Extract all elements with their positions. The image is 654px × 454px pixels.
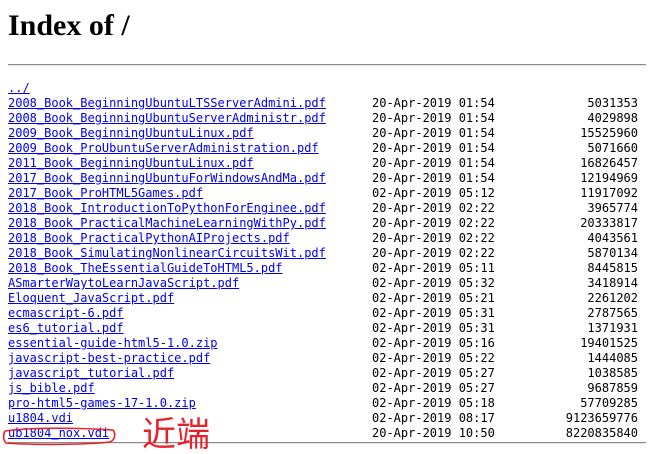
- file-size: 8220835840: [565, 426, 638, 440]
- file-size: 16826457: [580, 156, 638, 170]
- file-size: 5870134: [587, 246, 638, 260]
- table-row: 2009_Book_ProUbuntuServerAdministration.…: [8, 141, 638, 156]
- handwritten-annotation: 近端: [142, 415, 210, 454]
- file-size: 8445815: [587, 261, 638, 275]
- file-link[interactable]: js_bible.pdf: [8, 381, 95, 396]
- file-date: 20-Apr-2019 01:54: [372, 126, 495, 140]
- table-row: 2009_Book_BeginningUbuntuLinux.pdf 20-Apr…: [8, 126, 638, 141]
- file-date: 20-Apr-2019 10:50: [372, 426, 495, 440]
- table-row: 2018_Book_PracticalPythonAIProjects.pdf 2…: [8, 231, 638, 246]
- file-size: 1444085: [587, 351, 638, 365]
- file-size: 2787565: [587, 306, 638, 320]
- parent-directory-link[interactable]: ../: [8, 81, 30, 96]
- file-date: 02-Apr-2019 05:27: [372, 381, 495, 395]
- file-link[interactable]: pro-html5-games-17-1.0.zip: [8, 396, 196, 411]
- file-date: 20-Apr-2019 01:54: [372, 141, 495, 155]
- file-link[interactable]: 2009_Book_ProUbuntuServerAdministration.…: [8, 141, 319, 156]
- table-row: 2017_Book_ProHTML5Games.pdf 02-Apr-2019 0…: [8, 186, 638, 201]
- file-size: 15525960: [580, 126, 638, 140]
- file-date: 02-Apr-2019 05:22: [372, 351, 495, 365]
- file-listing: ../ 2008_Book_BeginningUbuntuLTSServerAd…: [8, 81, 638, 441]
- file-link[interactable]: 2017_Book_ProHTML5Games.pdf: [8, 186, 203, 201]
- file-date: 02-Apr-2019 05:12: [372, 186, 495, 200]
- table-row: 2018_Book_SimulatingNonlinearCircuitsWit…: [8, 246, 638, 261]
- file-link[interactable]: javascript-best-practice.pdf: [8, 351, 210, 366]
- file-date: 20-Apr-2019 02:22: [372, 246, 495, 260]
- file-link[interactable]: 2008_Book_BeginningUbuntuLTSServerAdmini…: [8, 96, 326, 111]
- file-date: 20-Apr-2019 02:22: [372, 231, 495, 245]
- table-row: 2008_Book_BeginningUbuntuServerAdministr…: [8, 111, 638, 126]
- table-row: 2008_Book_BeginningUbuntuLTSServerAdmini…: [8, 96, 638, 111]
- file-size: 9687859: [587, 381, 638, 395]
- file-date: 02-Apr-2019 05:11: [372, 261, 495, 275]
- file-link[interactable]: 2009_Book_BeginningUbuntuLinux.pdf: [8, 126, 254, 141]
- file-size: 3965774: [587, 201, 638, 215]
- file-link[interactable]: ecmascript-6.pdf: [8, 306, 124, 321]
- file-date: 20-Apr-2019 01:54: [372, 111, 495, 125]
- file-size: 19401525: [580, 336, 638, 350]
- file-date: 20-Apr-2019 02:22: [372, 216, 495, 230]
- table-row: 2018_Book_TheEssentialGuideToHTML5.pdf 02…: [8, 261, 638, 276]
- file-link[interactable]: Eloquent_JavaScript.pdf: [8, 291, 174, 306]
- table-row: ecmascript-6.pdf 02-Apr-2019 05:31 2787565: [8, 306, 638, 321]
- table-row: 2018_Book_IntroductionToPythonForEnginee…: [8, 201, 638, 216]
- file-link[interactable]: javascript_tutorial.pdf: [8, 366, 174, 381]
- file-link[interactable]: u1804.vdi: [8, 411, 73, 426]
- page-title: Index of /: [8, 9, 130, 42]
- file-link[interactable]: 2008_Book_BeginningUbuntuServerAdministr…: [8, 111, 326, 126]
- table-row: es6_tutorial.pdf 02-Apr-2019 05:31 1371931: [8, 321, 638, 336]
- file-size: 1371931: [587, 321, 638, 335]
- file-link[interactable]: 2018_Book_PracticalPythonAIProjects.pdf: [8, 231, 290, 246]
- file-date: 02-Apr-2019 08:17: [372, 411, 495, 425]
- file-link[interactable]: essential-guide-html5-1.0.zip: [8, 336, 218, 351]
- table-row: js_bible.pdf 02-Apr-2019 05:27 9687859: [8, 381, 638, 396]
- table-row: ASmarterWaytoLearnJavaScript.pdf 02-Apr-2…: [8, 276, 638, 291]
- file-date: 02-Apr-2019 05:27: [372, 366, 495, 380]
- file-date: 02-Apr-2019 05:31: [372, 321, 495, 335]
- file-date: 02-Apr-2019 05:16: [372, 336, 495, 350]
- file-date: 20-Apr-2019 01:54: [372, 156, 495, 170]
- parent-row: ../: [8, 81, 638, 96]
- file-size: 5071660: [587, 141, 638, 155]
- table-row: javascript_tutorial.pdf 02-Apr-2019 05:27…: [8, 366, 638, 381]
- file-size: 20333817: [580, 216, 638, 230]
- file-size: 9123659776: [565, 411, 638, 425]
- file-link[interactable]: 2017_Book_BeginningUbuntuForWindowsAndMa…: [8, 171, 326, 186]
- table-row: essential-guide-html5-1.0.zip 02-Apr-2019…: [8, 336, 638, 351]
- file-date: 02-Apr-2019 05:32: [372, 276, 495, 290]
- file-link[interactable]: 2018_Book_TheEssentialGuideToHTML5.pdf: [8, 261, 283, 276]
- file-size: 12194969: [580, 171, 638, 185]
- file-date: 02-Apr-2019 05:21: [372, 291, 495, 305]
- file-date: 20-Apr-2019 01:54: [372, 171, 495, 185]
- table-row: 2018_Book_PracticalMachineLearningWithPy…: [8, 216, 638, 231]
- file-date: 02-Apr-2019 05:31: [372, 306, 495, 320]
- file-date: 20-Apr-2019 01:54: [372, 96, 495, 110]
- top-divider: [8, 64, 646, 66]
- file-size: 57709285: [580, 396, 638, 410]
- file-size: 4029898: [587, 111, 638, 125]
- table-row: 2011_Book_BeginningUbuntuLinux.pdf 20-Apr…: [8, 156, 638, 171]
- red-highlight-circle: [2, 427, 116, 446]
- annotation-text: 近端: [142, 415, 210, 454]
- file-size: 1038585: [587, 366, 638, 380]
- file-link[interactable]: 2011_Book_BeginningUbuntuLinux.pdf: [8, 156, 254, 171]
- table-row: javascript-best-practice.pdf 02-Apr-2019 …: [8, 351, 638, 366]
- file-link[interactable]: 2018_Book_SimulatingNonlinearCircuitsWit…: [8, 246, 326, 261]
- file-size: 4043561: [587, 231, 638, 245]
- file-link[interactable]: ASmarterWaytoLearnJavaScript.pdf: [8, 276, 239, 291]
- table-row: Eloquent_JavaScript.pdf 02-Apr-2019 05:21…: [8, 291, 638, 306]
- file-size: 3418914: [587, 276, 638, 290]
- file-link[interactable]: 2018_Book_IntroductionToPythonForEnginee…: [8, 201, 326, 216]
- file-size: 2261202: [587, 291, 638, 305]
- file-size: 5031353: [587, 96, 638, 110]
- table-row: pro-html5-games-17-1.0.zip 02-Apr-2019 05…: [8, 396, 638, 411]
- file-size: 11917092: [580, 186, 638, 200]
- file-link[interactable]: 2018_Book_PracticalMachineLearningWithPy…: [8, 216, 326, 231]
- file-link[interactable]: es6_tutorial.pdf: [8, 321, 124, 336]
- file-date: 02-Apr-2019 05:18: [372, 396, 495, 410]
- file-date: 20-Apr-2019 02:22: [372, 201, 495, 215]
- table-row: u1804.vdi 02-Apr-2019 08:17 9123659776: [8, 411, 638, 426]
- table-row: 2017_Book_BeginningUbuntuForWindowsAndMa…: [8, 171, 638, 186]
